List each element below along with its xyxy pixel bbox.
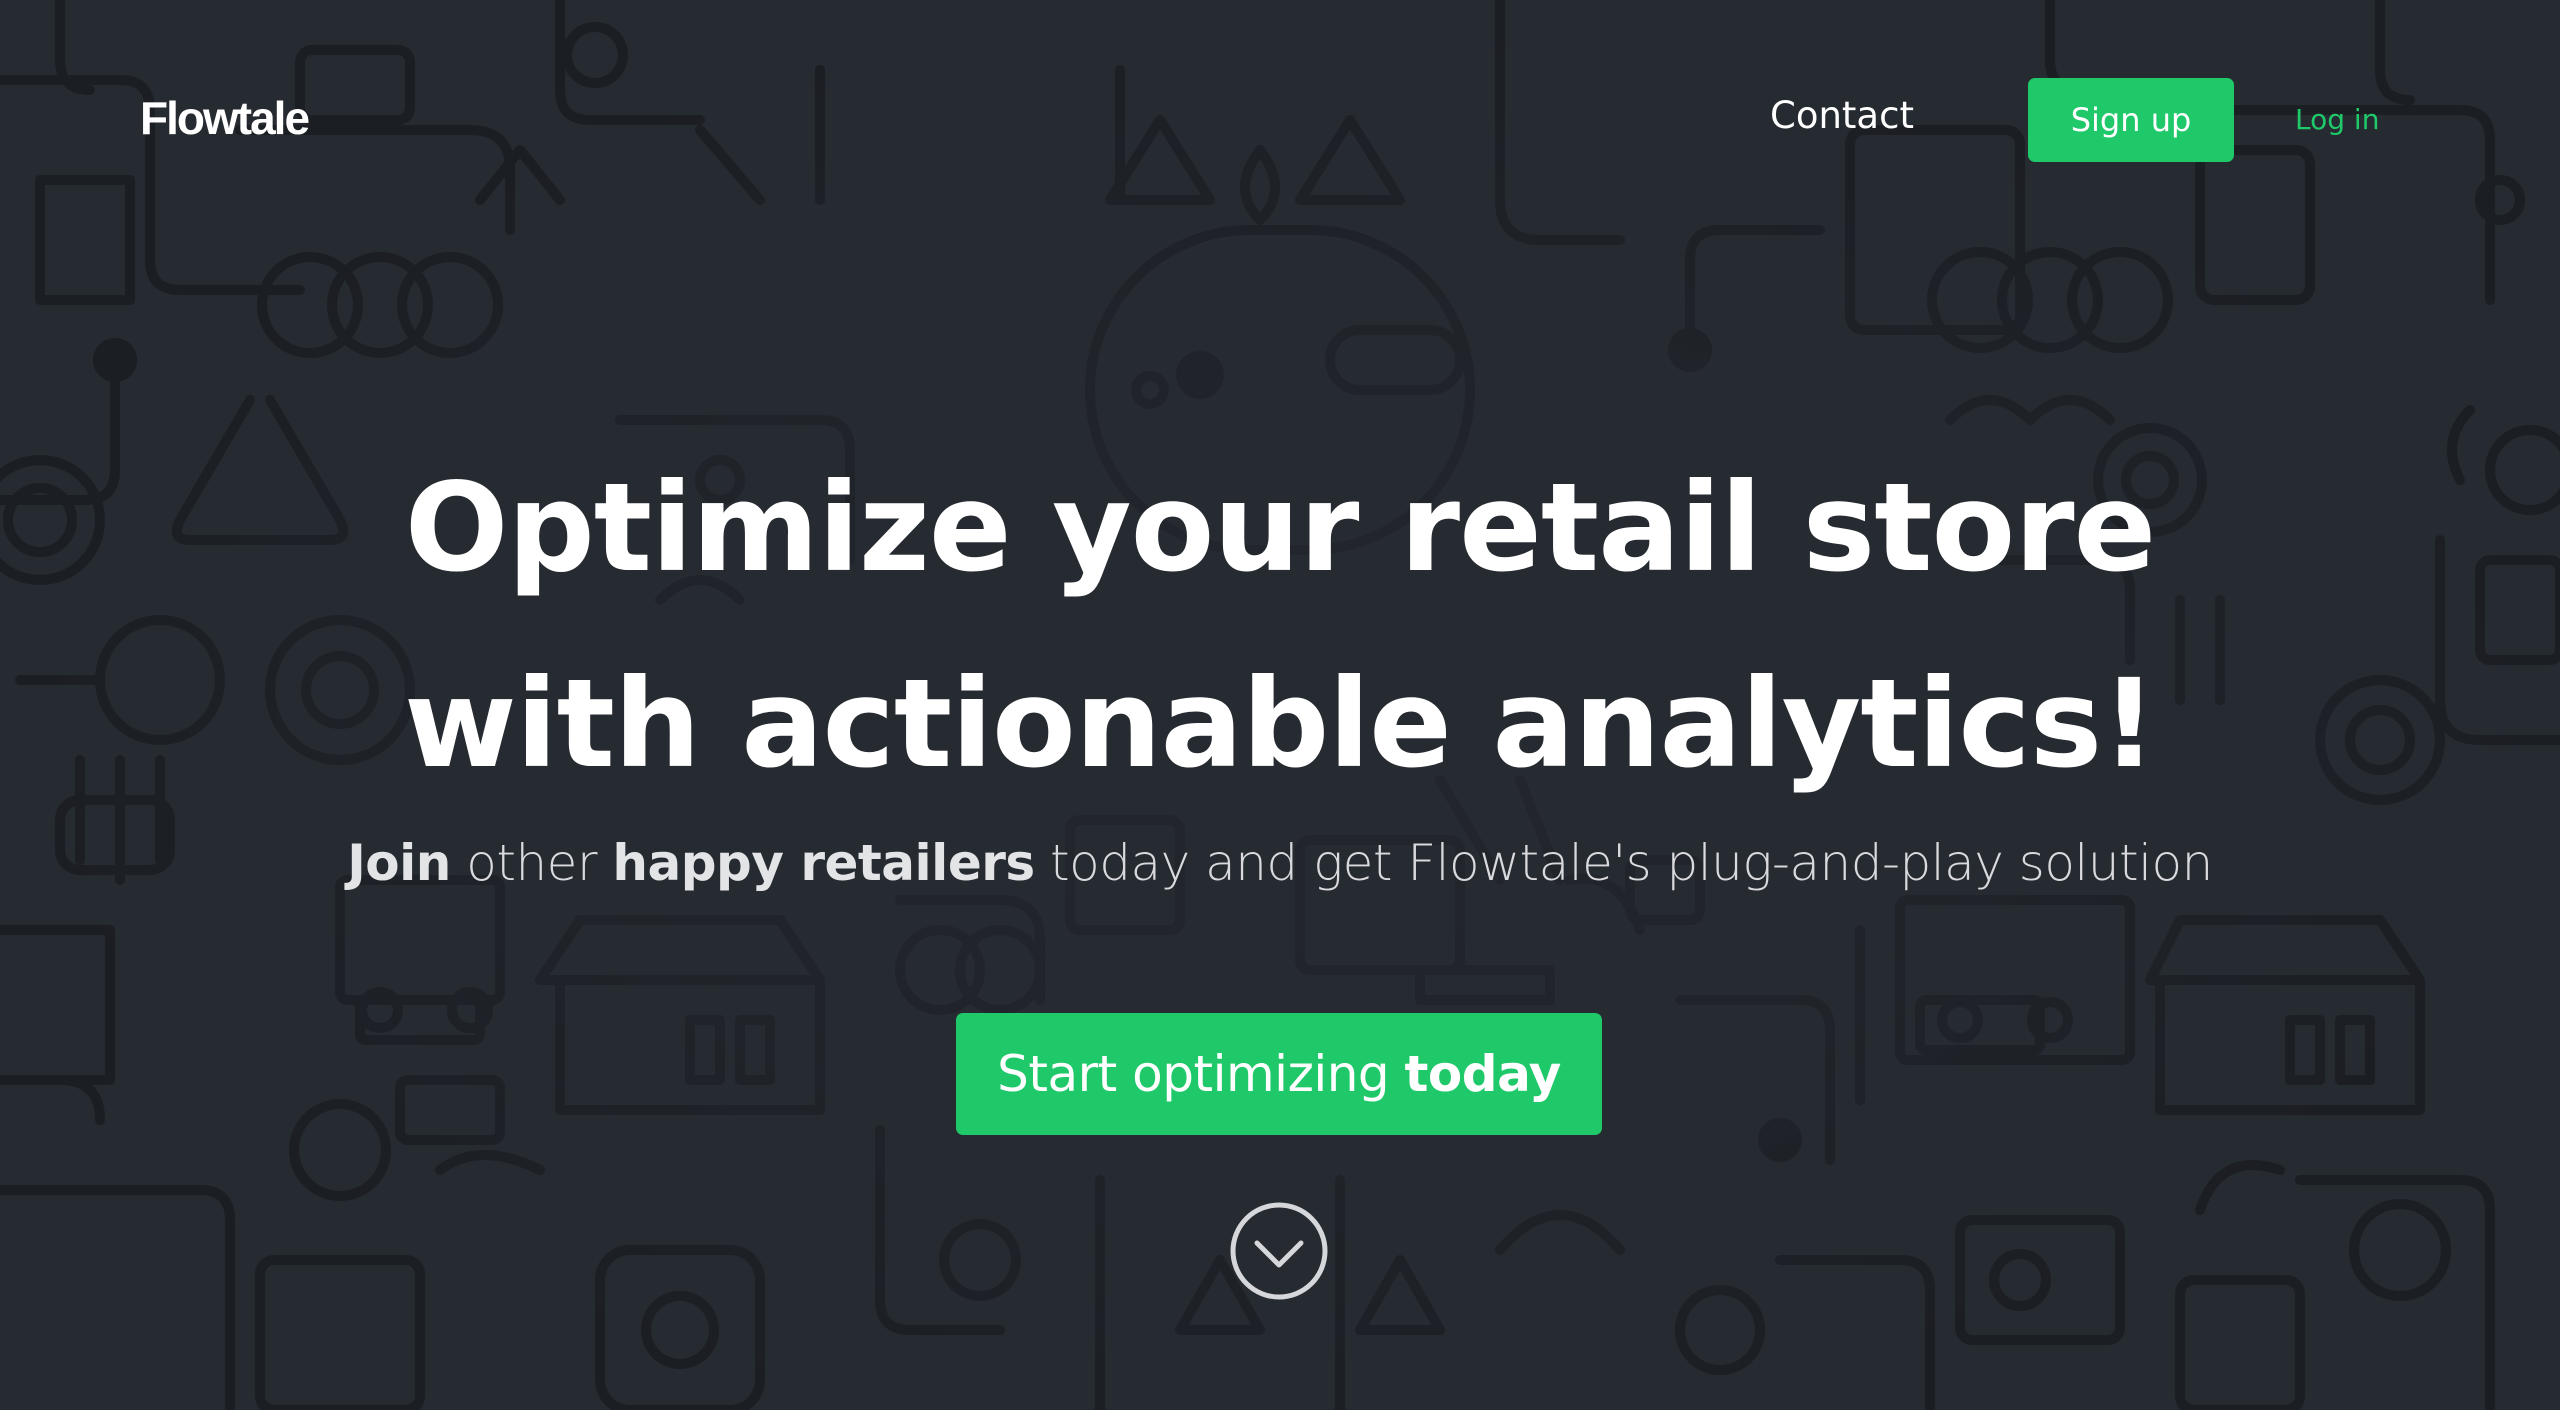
subline-rest: today and get Flowtale's plug-and-play s… [1034, 834, 2213, 892]
subline-happy-retailers: happy retailers [612, 834, 1035, 892]
cta-label-bold: today [1404, 1045, 1562, 1103]
cta-label-regular: Start optimizing [997, 1045, 1405, 1103]
hero-subline: Join other happy retailers today and get… [280, 826, 2280, 900]
chevron-down-circle-icon[interactable] [1229, 1201, 1329, 1301]
subline-other: other [450, 834, 613, 892]
subline-join: Join [347, 834, 451, 892]
hero-headline-line2: with actionable analytics! [404, 653, 2157, 795]
start-optimizing-button[interactable]: Start optimizing today [956, 1013, 1602, 1135]
hero-section: Optimize your retail store with actionab… [0, 0, 2560, 1410]
hero-headline-line1: Optimize your retail store [404, 457, 2157, 599]
hero-headline: Optimize your retail store with actionab… [230, 430, 2330, 822]
